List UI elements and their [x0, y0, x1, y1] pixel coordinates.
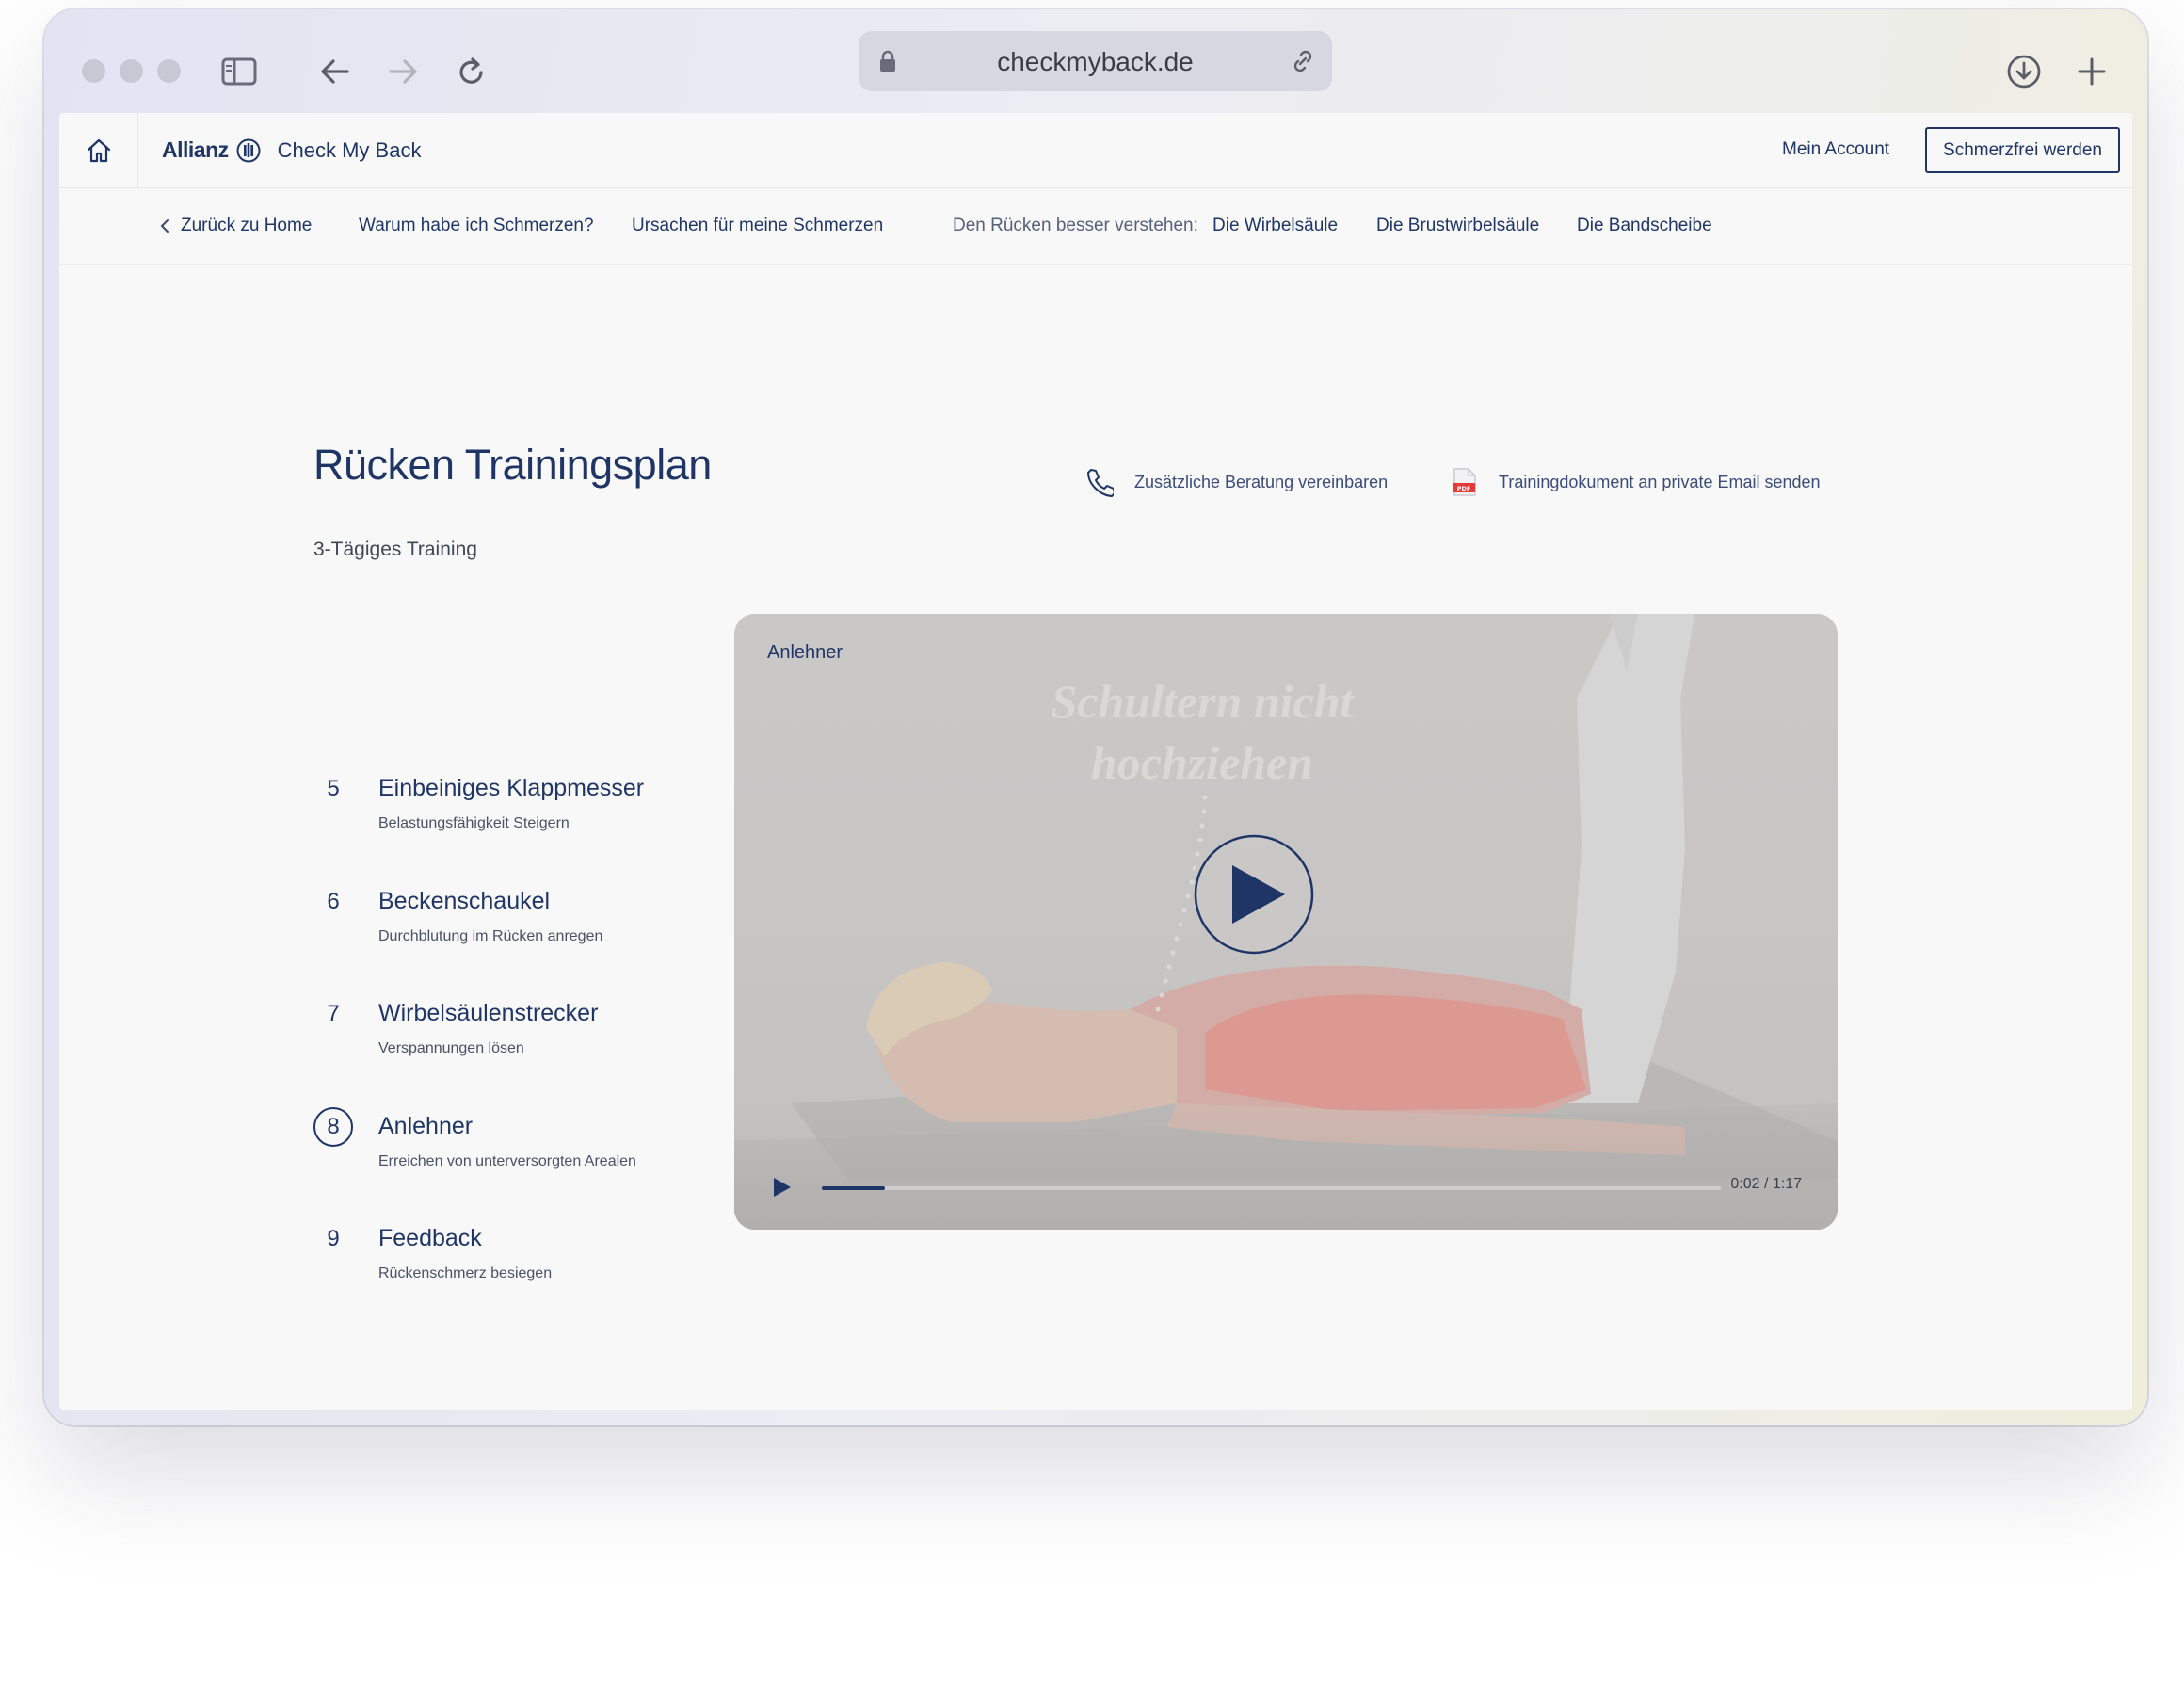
step-item-7[interactable]: 7 Wirbelsäulenstrecker Verspannungen lös… — [313, 994, 709, 1079]
forward-arrow-icon[interactable] — [376, 44, 430, 99]
video-controls-shade — [734, 1103, 1838, 1230]
site-header: Allianz Check My Back Mein Account Schme… — [59, 113, 2132, 188]
browser-toolbar: checkmyback.de — [44, 9, 2147, 113]
phone-icon — [1087, 469, 1114, 497]
video-progress-fill — [822, 1186, 885, 1190]
svg-text:PDF: PDF — [1457, 485, 1471, 492]
step-description: Belastungsfähigkeit Steigern — [378, 815, 570, 831]
video-progress-bar[interactable] — [822, 1186, 1721, 1190]
new-tab-icon[interactable] — [2064, 44, 2119, 99]
step-title: Einbeiniges Klappmesser — [378, 775, 645, 801]
account-link[interactable]: Mein Account — [1782, 139, 1889, 160]
link-icon[interactable] — [1289, 47, 1317, 75]
browser-window: checkmyback.de Allianz Check My Back Mei… — [44, 9, 2147, 1425]
nav-link-ursachen[interactable]: Ursachen für meine Schmerzen — [632, 216, 883, 236]
sub-navigation: Zurück zu Home Warum habe ich Schmerzen?… — [59, 189, 2132, 265]
play-small-icon[interactable] — [772, 1176, 793, 1199]
nav-link-warum[interactable]: Warum habe ich Schmerzen? — [359, 216, 594, 236]
step-title: Anlehner — [378, 1113, 474, 1139]
step-number: 7 — [327, 1001, 340, 1026]
schmerzfrei-werden-button[interactable]: Schmerzfrei werden — [1925, 127, 2120, 173]
brand-logo[interactable]: Allianz Check My Back — [162, 137, 421, 163]
url-text: checkmyback.de — [997, 47, 1194, 76]
minimize-window-button[interactable] — [120, 59, 143, 83]
back-label: Zurück zu Home — [181, 216, 313, 235]
send-document-action[interactable]: PDF Trainingdokument an private Email se… — [1452, 467, 1821, 497]
step-item-5[interactable]: 5 Einbeiniges Klappmesser Belastungsfähi… — [313, 769, 709, 854]
step-description: Rückenschmerz besiegen — [378, 1265, 553, 1281]
download-icon[interactable] — [1997, 44, 2051, 99]
play-icon[interactable] — [1193, 833, 1315, 956]
step-item-6[interactable]: 6 Beckenschaukel Durchblutung im Rücken … — [313, 882, 709, 967]
step-number: 9 — [327, 1226, 340, 1251]
video-time: 0:02 / 1:17 — [1730, 1176, 1802, 1192]
maximize-window-button[interactable] — [157, 59, 181, 83]
web-page: Allianz Check My Back Mein Account Schme… — [59, 113, 2132, 1410]
pdf-icon: PDF — [1453, 468, 1476, 496]
step-description: Erreichen von unterversorgten Arealen — [378, 1153, 636, 1169]
step-number-active: 8 — [313, 1107, 353, 1147]
video-title: Anlehner — [767, 642, 843, 663]
step-number: 5 — [327, 776, 340, 801]
step-title: Feedback — [378, 1225, 482, 1251]
step-item-9[interactable]: 9 Feedback Rückenschmerz besiegen — [313, 1219, 709, 1304]
nav-section-label: Den Rücken besser verstehen: — [953, 216, 1198, 235]
brand-name: Allianz — [162, 137, 229, 162]
video-player[interactable]: Schultern nicht hochziehen Anlehner 0:02… — [734, 614, 1838, 1230]
chevron-left-icon — [160, 219, 169, 233]
home-icon — [87, 138, 110, 163]
consultation-action[interactable]: Zusätzliche Beratung vereinbaren — [1085, 467, 1388, 497]
address-bar[interactable]: checkmyback.de — [859, 31, 1332, 91]
back-to-home-link[interactable]: Zurück zu Home — [160, 216, 312, 236]
sidebar-toggle-icon[interactable] — [212, 44, 266, 99]
allianz-eagle-icon — [236, 138, 261, 162]
step-title: Beckenschaukel — [378, 888, 551, 914]
page-title: Rücken Trainingsplan — [313, 441, 712, 489]
step-item-8[interactable]: 8 Anlehner Erreichen von unterversorgten… — [313, 1107, 709, 1192]
consultation-label: Zusätzliche Beratung vereinbaren — [1134, 472, 1389, 491]
step-number: 6 — [327, 889, 340, 914]
nav-link-brustwirbelsaeule[interactable]: Die Brustwirbelsäule — [1376, 216, 1539, 236]
step-description: Verspannungen lösen — [378, 1040, 524, 1056]
step-description: Durchblutung im Rücken anregen — [378, 928, 603, 944]
home-button[interactable] — [59, 113, 138, 188]
product-name: Check My Back — [277, 137, 422, 162]
step-title: Wirbelsäulenstrecker — [378, 1000, 599, 1026]
send-document-label: Trainingdokument an private Email senden — [1499, 472, 1821, 491]
nav-link-bandscheibe[interactable]: Die Bandscheibe — [1577, 216, 1712, 236]
reload-icon[interactable] — [444, 44, 499, 99]
back-arrow-icon[interactable] — [308, 44, 362, 99]
page-subtitle: 3-Tägiges Training — [313, 539, 477, 560]
nav-link-wirbelsaeule[interactable]: Die Wirbelsäule — [1212, 216, 1338, 236]
close-window-button[interactable] — [82, 59, 105, 83]
